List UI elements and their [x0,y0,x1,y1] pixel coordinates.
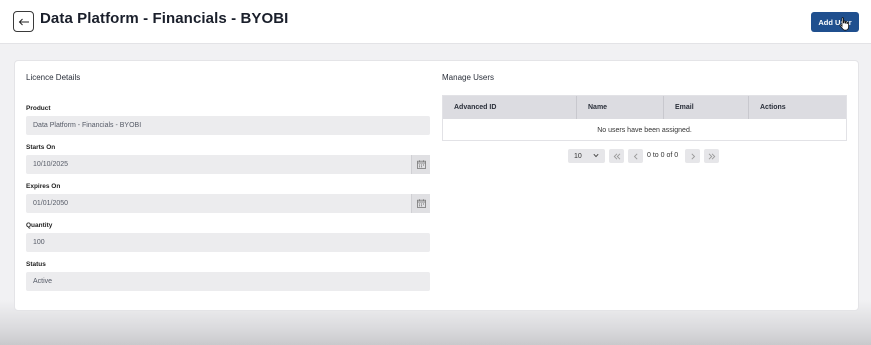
chevron-left-icon [633,152,638,160]
page-title: Data Platform - Financials - BYOBI [40,10,289,27]
column-divider [663,96,664,119]
quantity-value: 100 [33,239,45,246]
expires-on-value: 01/01/2050 [33,200,69,207]
status-value: Active [33,278,53,285]
product-field: Data Platform - Financials - BYOBI [26,116,430,135]
chevron-down-icon [593,153,599,158]
users-table: Advanced ID Name Email Actions No users … [442,95,847,141]
last-page-button[interactable] [704,149,719,163]
double-chevron-right-icon [708,152,715,160]
column-divider [576,96,577,119]
starts-on-field[interactable]: 10/10/2025 [26,155,430,174]
expires-on-field[interactable]: 01/01/2050 [26,194,430,213]
page-size-select[interactable]: 10 [568,149,605,163]
quantity-field: 100 [26,233,430,252]
back-button[interactable] [13,11,34,32]
arrow-left-icon [18,18,29,25]
expires-on-calendar-button[interactable] [411,194,430,213]
starts-on-label: Starts On [26,144,56,151]
calendar-icon [416,199,426,208]
first-page-button[interactable] [609,149,624,163]
licence-details-title: Licence Details [26,73,81,82]
calendar-icon [416,160,426,169]
empty-table-message: No users have been assigned. [597,126,692,134]
quantity-label: Quantity [26,222,53,229]
column-divider [748,96,749,119]
pagination-range: 0 to 0 of 0 [647,152,679,159]
column-header-name[interactable]: Name [588,96,607,119]
previous-page-button[interactable] [628,149,643,163]
top-bar: Data Platform - Financials - BYOBI Add U… [0,0,871,44]
status-field: Active [26,272,430,291]
product-label: Product [26,105,51,112]
starts-on-value: 10/10/2025 [33,161,69,168]
chevron-right-icon [690,152,695,160]
expires-on-label: Expires On [26,183,61,190]
table-header: Advanced ID Name Email Actions [443,96,846,119]
page-size-value: 10 [574,152,582,160]
column-header-email[interactable]: Email [675,96,694,119]
starts-on-calendar-button[interactable] [411,155,430,174]
status-label: Status [26,261,46,268]
add-user-button[interactable]: Add User [811,12,859,32]
column-header-advanced-id[interactable]: Advanced ID [454,96,496,119]
double-chevron-left-icon [613,152,620,160]
product-value: Data Platform - Financials - BYOBI [33,122,142,129]
column-header-actions: Actions [760,104,786,111]
next-page-button[interactable] [685,149,700,163]
pointer-cursor-icon [839,17,849,31]
manage-users-title: Manage Users [442,73,495,82]
